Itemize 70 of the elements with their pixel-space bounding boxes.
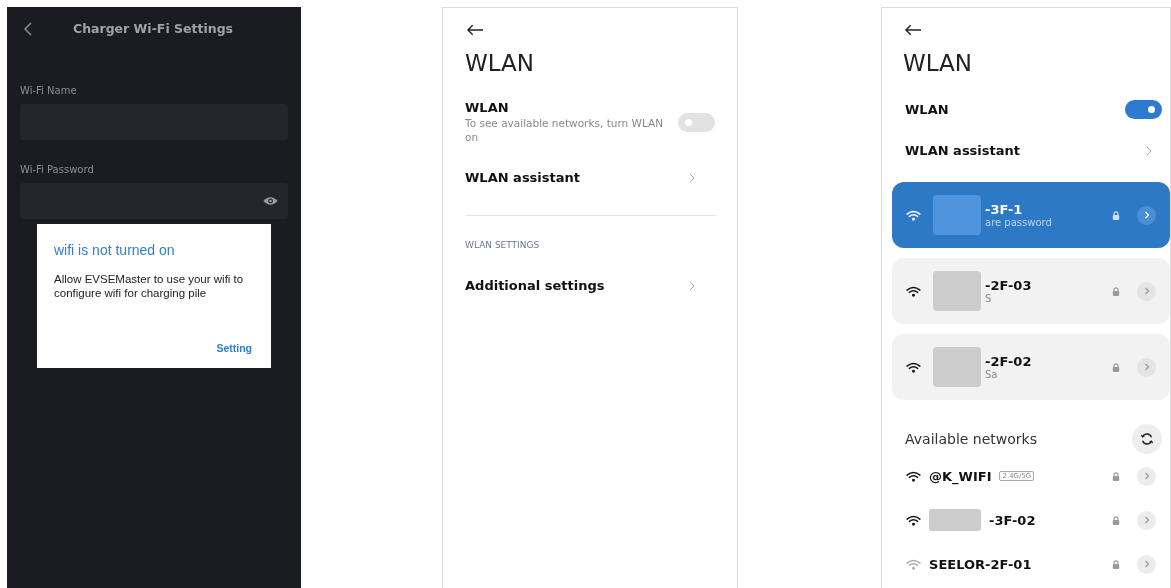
wifi-icon [906,285,921,297]
blurred-block [933,347,981,387]
field-label: Wi-Fi Password [20,164,95,175]
chevron-icon [1146,145,1152,156]
screen-title: Charger Wi-Fi Settings [71,21,235,36]
network-name: -3F-1 [985,202,1024,217]
setting-button[interactable]: Setting [214,342,254,354]
toggle-switch[interactable] [678,112,715,132]
network-item[interactable]: -3F-02 [892,498,1170,542]
network-name: -2F-03 [985,278,1032,293]
chevron-icon [689,172,695,183]
details-button[interactable] [1137,466,1156,486]
lock-icon [1112,559,1120,569]
input-field[interactable] [20,183,288,219]
lock-icon [1112,362,1120,372]
chevron-icon [1143,472,1150,480]
wifi-icon [906,361,921,373]
chevron-icon [1143,211,1150,219]
lock-icon [1112,471,1120,481]
setting-label: WLAN [905,102,949,117]
chevron-icon [1143,287,1150,295]
network-status: are password [985,217,1052,228]
network-card[interactable]: -2F-03 S [892,258,1170,324]
screen-title: WLAN [465,50,536,76]
dialog-message: Allow EVSEMaster to use your wifi to configure wifi for charging pile [54,272,245,300]
lock-icon [1112,515,1120,525]
eye-icon[interactable] [263,196,278,206]
chevron-icon [1143,560,1150,568]
lock-icon [1112,210,1120,220]
refresh-button[interactable] [1132,424,1162,454]
network-item[interactable]: SEELOR-2F-01 [892,542,1170,586]
details-button[interactable] [1137,554,1156,574]
network-name: SEELOR-2F-01 [929,556,1032,572]
network-status: Sa [985,369,999,380]
dialog-title: wifi is not turned on [54,242,176,258]
lock-icon [1112,286,1120,296]
network-name: @K_WIFI [929,468,992,484]
settings-item[interactable]: Additional settings [465,278,715,293]
blurred-block [933,195,981,235]
wifi-icon [906,209,921,221]
chevron-icon [1143,363,1150,371]
details-button[interactable] [1137,205,1156,225]
chevron-icon [689,280,695,291]
details-button[interactable] [1137,510,1156,530]
section-header: Available networks [905,431,1037,447]
settings-item[interactable]: WLAN assistant [465,170,715,185]
wifi-icon [906,470,921,482]
network-status: S [985,293,993,304]
screen-title: WLAN [903,50,974,76]
blurred-block [929,509,981,531]
back-arrow-icon[interactable] [467,24,484,36]
setting-label: WLAN [465,100,510,115]
network-name: -2F-02 [985,354,1032,369]
details-button[interactable] [1137,281,1156,301]
blurred-block [933,271,981,311]
back-arrow-icon[interactable] [905,24,922,36]
field-label: Wi-Fi Name [20,85,78,96]
settings-item[interactable]: WLAN assistant [905,143,1152,158]
setting-description: To see available networks, turn WLAN on [465,116,665,144]
network-name: -3F-02 [989,512,1036,528]
refresh-icon [1140,432,1154,446]
network-card[interactable]: -2F-02 Sa [892,334,1170,400]
wifi-icon [906,514,921,526]
back-icon[interactable] [24,21,32,36]
network-card[interactable]: -3F-1 are password [892,182,1170,248]
wifi-icon [906,558,921,570]
section-header: WLAN SETTINGS [465,240,541,250]
details-button[interactable] [1137,357,1156,377]
toggle-switch[interactable] [1125,100,1162,119]
chevron-icon [1143,516,1150,524]
